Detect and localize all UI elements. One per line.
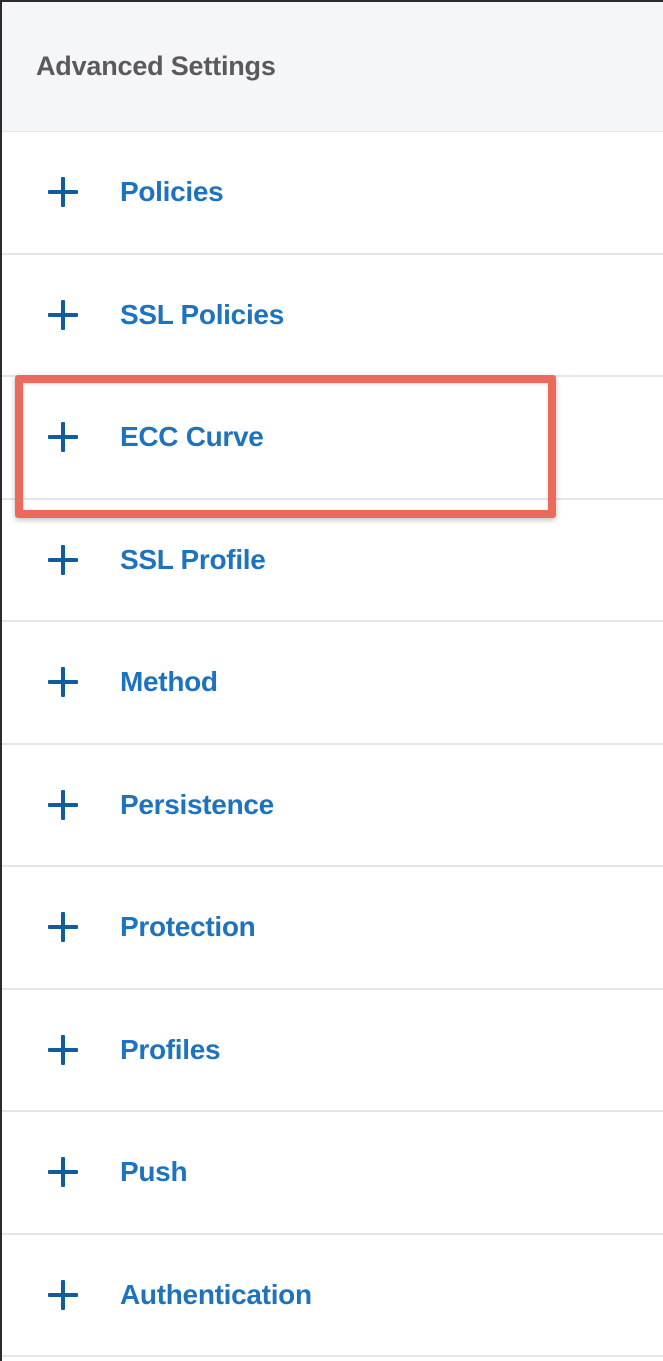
plus-icon[interactable] — [48, 1279, 78, 1310]
settings-list: Policies SSL Policies ECC Curve SSL Prof… — [2, 132, 663, 1357]
settings-item-label[interactable]: Push — [120, 1156, 188, 1188]
plus-icon[interactable] — [48, 422, 78, 453]
plus-icon[interactable] — [48, 789, 78, 820]
settings-item-policies[interactable]: Policies — [2, 132, 663, 255]
plus-icon[interactable] — [48, 177, 78, 208]
settings-item-protection[interactable]: Protection — [2, 867, 663, 990]
plus-icon[interactable] — [48, 1034, 78, 1065]
advanced-settings-panel: Advanced Settings Policies SSL Policies … — [0, 0, 663, 1361]
plus-icon[interactable] — [48, 667, 78, 698]
panel-header: Advanced Settings — [2, 2, 663, 132]
settings-item-label[interactable]: Authentication — [120, 1279, 312, 1311]
settings-item-ssl-profile[interactable]: SSL Profile — [2, 500, 663, 622]
settings-item-ecc-curve[interactable]: ECC Curve — [2, 377, 663, 500]
plus-icon[interactable] — [48, 912, 78, 943]
settings-item-label[interactable]: Method — [120, 666, 218, 698]
settings-item-label[interactable]: Policies — [120, 176, 224, 208]
plus-icon[interactable] — [48, 544, 78, 575]
settings-item-persistence[interactable]: Persistence — [2, 745, 663, 867]
settings-item-push[interactable]: Push — [2, 1112, 663, 1235]
panel-title: Advanced Settings — [36, 51, 276, 81]
plus-icon[interactable] — [48, 299, 78, 330]
settings-item-ssl-policies[interactable]: SSL Policies — [2, 255, 663, 377]
settings-item-label[interactable]: SSL Profile — [120, 544, 266, 576]
settings-item-label[interactable]: ECC Curve — [120, 421, 264, 453]
plus-icon[interactable] — [48, 1157, 78, 1188]
settings-item-profiles[interactable]: Profiles — [2, 990, 663, 1112]
settings-item-authentication[interactable]: Authentication — [2, 1235, 663, 1357]
settings-item-label[interactable]: Profiles — [120, 1034, 221, 1066]
settings-item-label[interactable]: Protection — [120, 911, 256, 943]
settings-item-label[interactable]: Persistence — [120, 789, 274, 821]
settings-item-label[interactable]: SSL Policies — [120, 299, 284, 331]
settings-item-method[interactable]: Method — [2, 622, 663, 745]
